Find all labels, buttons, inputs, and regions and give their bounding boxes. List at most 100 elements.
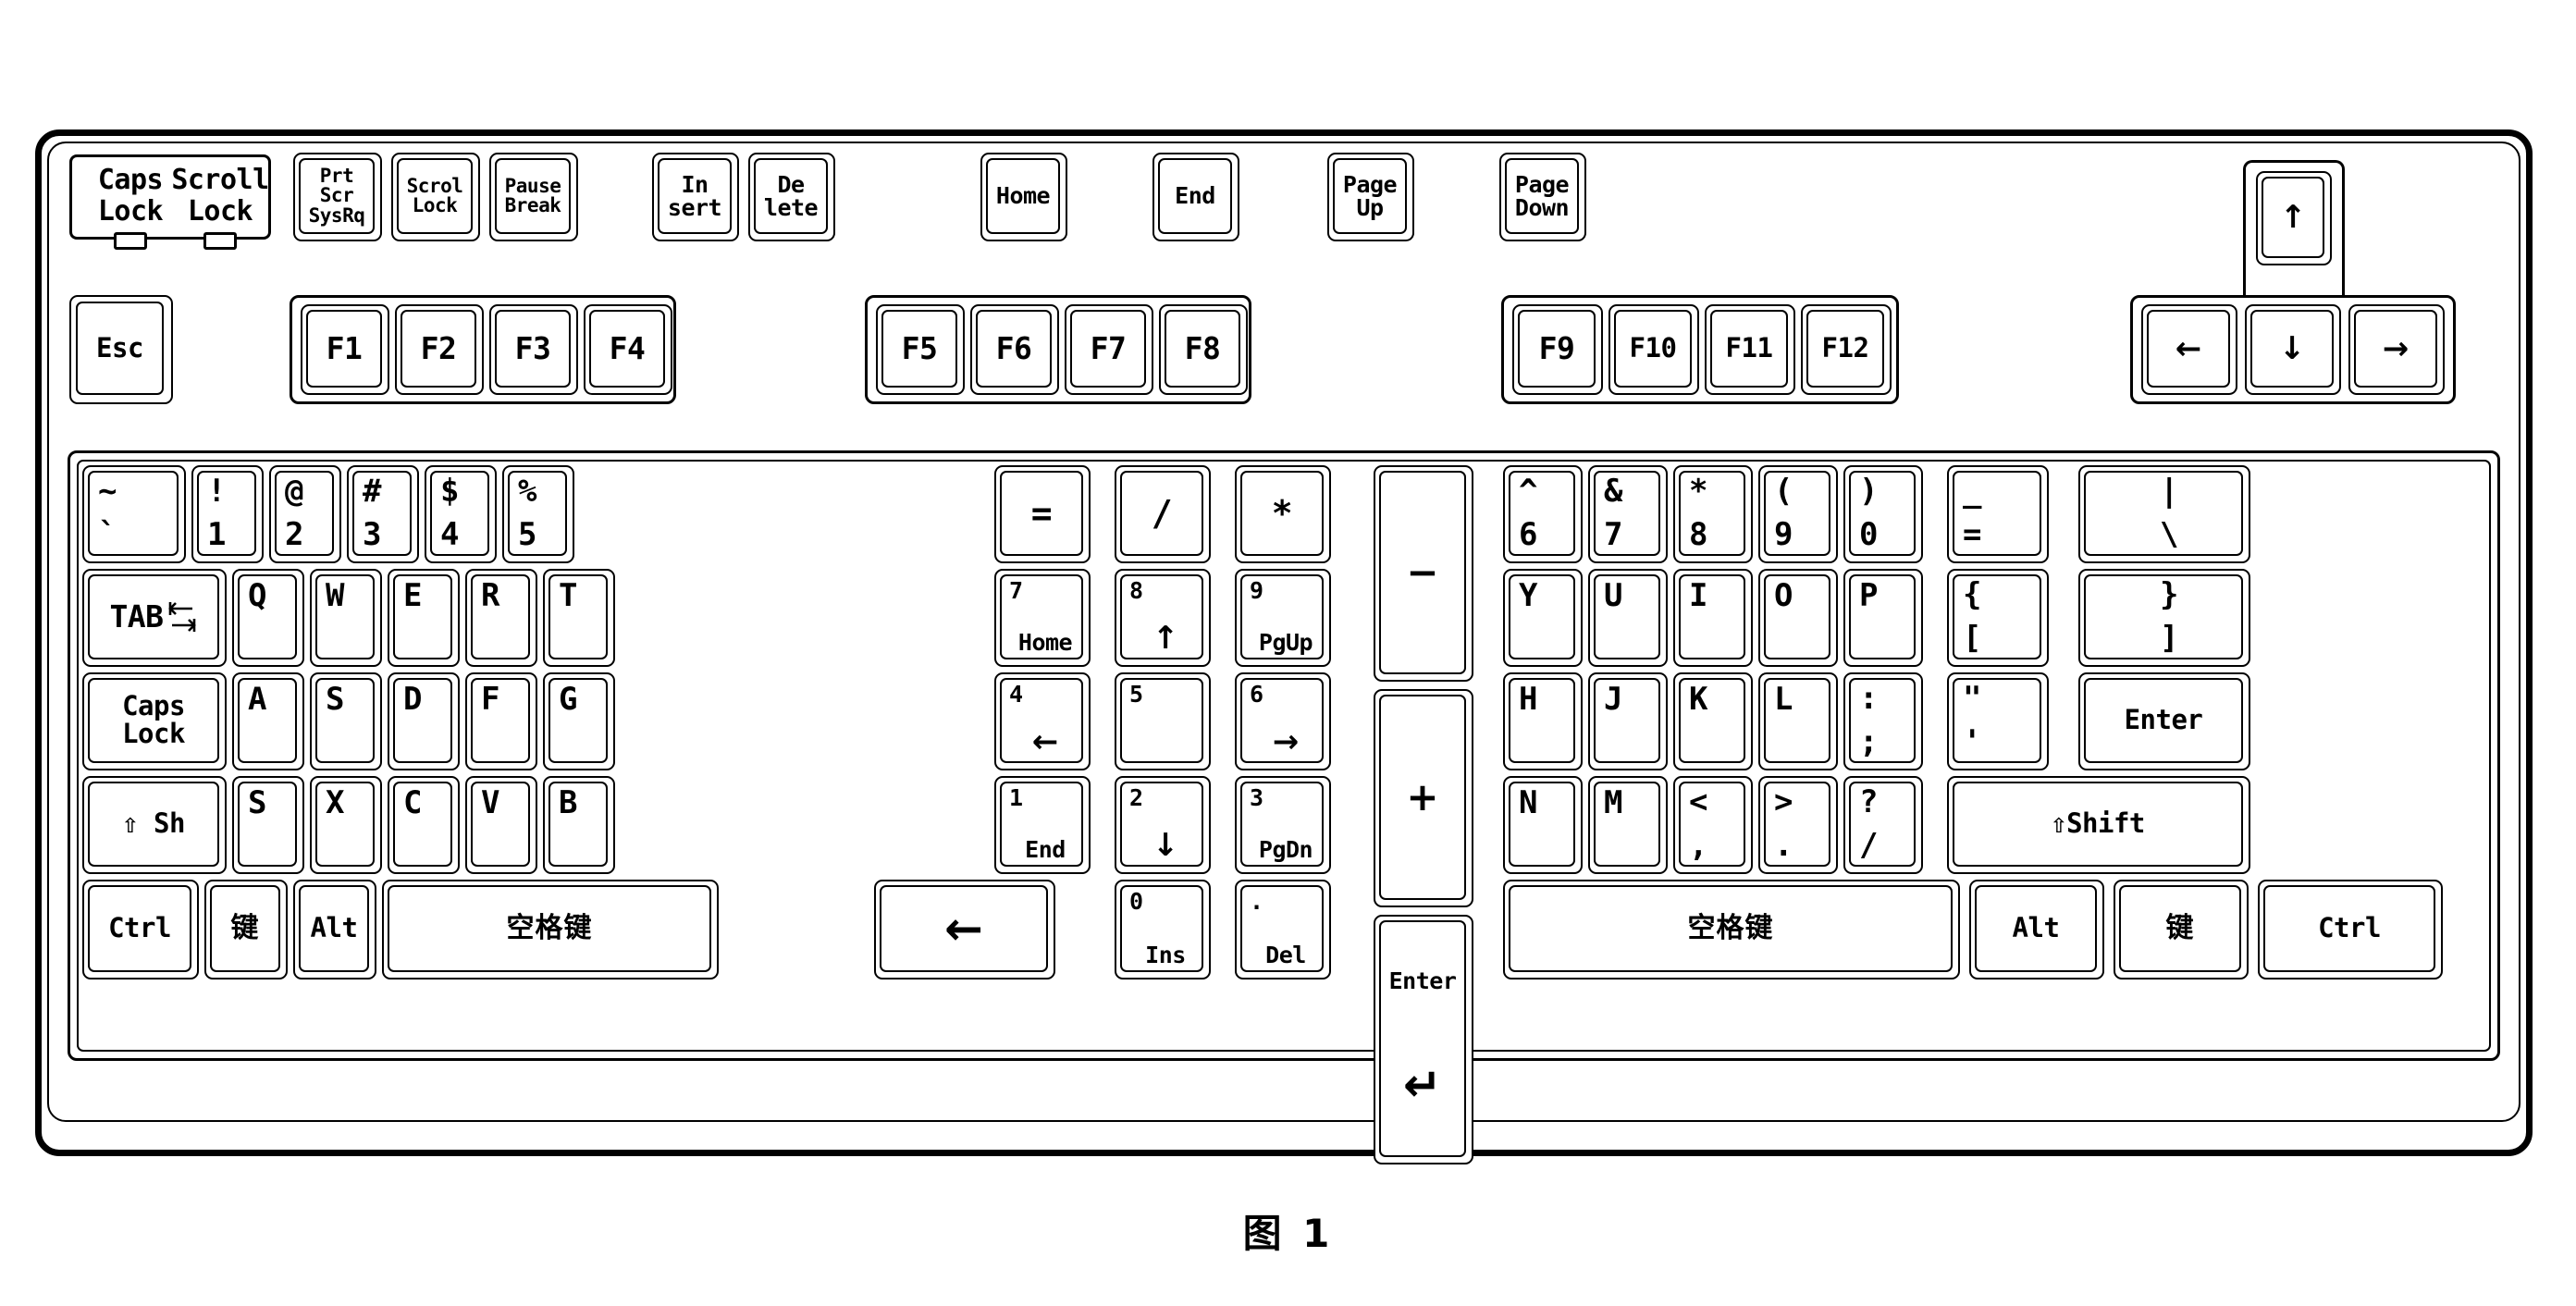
- key-numpad-4[interactable]: 4 ←: [994, 672, 1091, 770]
- key-win-right[interactable]: 键: [2114, 880, 2249, 980]
- key-u[interactable]: U: [1588, 569, 1668, 667]
- key-numpad-plus[interactable]: +: [1374, 689, 1473, 907]
- key-print-screen[interactable]: Prt Scr SysRq: [293, 153, 382, 241]
- key-h[interactable]: H: [1503, 672, 1583, 770]
- key-f11[interactable]: F11: [1705, 304, 1795, 395]
- key-esc[interactable]: Esc: [69, 295, 173, 404]
- key-e[interactable]: E: [388, 569, 460, 667]
- key-numpad-minus[interactable]: −: [1374, 465, 1473, 682]
- key-numpad-0[interactable]: 0 Ins: [1115, 880, 1211, 980]
- key-i[interactable]: I: [1673, 569, 1753, 667]
- key-b[interactable]: B: [543, 776, 615, 874]
- key-end[interactable]: End: [1152, 153, 1239, 241]
- key-r[interactable]: R: [465, 569, 537, 667]
- key-ctrl-left[interactable]: Ctrl: [82, 880, 199, 980]
- key-w[interactable]: W: [310, 569, 382, 667]
- key-f12[interactable]: F12: [1801, 304, 1892, 395]
- key-numpad-decimal[interactable]: . Del: [1235, 880, 1331, 980]
- key-v[interactable]: V: [465, 776, 537, 874]
- key-a[interactable]: A: [232, 672, 304, 770]
- key-numpad-3[interactable]: 3 PgDn: [1235, 776, 1331, 874]
- key-digit-6[interactable]: ^ 6: [1503, 465, 1583, 563]
- key-alt-right[interactable]: Alt: [1969, 880, 2104, 980]
- key-minus-equals[interactable]: _ =: [1947, 465, 2049, 563]
- key-f1[interactable]: F1: [301, 304, 389, 395]
- key-f9[interactable]: F9: [1512, 304, 1603, 395]
- key-p[interactable]: P: [1843, 569, 1923, 667]
- key-f8[interactable]: F8: [1159, 304, 1248, 395]
- key-caps-lock[interactable]: Caps Lock: [82, 672, 227, 770]
- key-digit-7[interactable]: & 7: [1588, 465, 1668, 563]
- key-g[interactable]: G: [543, 672, 615, 770]
- key-enter-main[interactable]: Enter: [2078, 672, 2250, 770]
- key-digit-2[interactable]: @ 2: [269, 465, 341, 563]
- key-digit-1[interactable]: ! 1: [191, 465, 264, 563]
- key-backquote[interactable]: ~ `: [82, 465, 186, 563]
- key-win-left[interactable]: 键: [204, 880, 288, 980]
- key-y[interactable]: Y: [1503, 569, 1583, 667]
- key-arrow-left[interactable]: ←: [2141, 304, 2237, 395]
- key-numpad-7[interactable]: 7 Home: [994, 569, 1091, 667]
- key-f6[interactable]: F6: [970, 304, 1059, 395]
- key-numpad-5[interactable]: 5: [1115, 672, 1211, 770]
- key-bracket-right[interactable]: } ]: [2078, 569, 2250, 667]
- key-arrow-down[interactable]: ↓: [2245, 304, 2341, 395]
- key-bracket-left[interactable]: { [: [1947, 569, 2049, 667]
- key-backspace[interactable]: ←: [874, 880, 1055, 980]
- key-page-down[interactable]: Page Down: [1499, 153, 1586, 241]
- key-scroll-lock[interactable]: Scrol Lock: [391, 153, 480, 241]
- key-l[interactable]: L: [1758, 672, 1838, 770]
- key-d[interactable]: D: [388, 672, 460, 770]
- key-j[interactable]: J: [1588, 672, 1668, 770]
- key-digit-8[interactable]: * 8: [1673, 465, 1753, 563]
- key-tab[interactable]: TAB: [82, 569, 227, 667]
- key-shift-left[interactable]: ⇧ Sh: [82, 776, 227, 874]
- key-home[interactable]: Home: [980, 153, 1067, 241]
- key-page-up[interactable]: Page Up: [1327, 153, 1414, 241]
- key-n[interactable]: N: [1503, 776, 1583, 874]
- key-digit-0[interactable]: ) 0: [1843, 465, 1923, 563]
- key-m[interactable]: M: [1588, 776, 1668, 874]
- key-insert[interactable]: In sert: [652, 153, 739, 241]
- key-digit-5[interactable]: % 5: [502, 465, 574, 563]
- key-comma[interactable]: < ,: [1673, 776, 1753, 874]
- key-shift-right[interactable]: ⇧Shift: [1947, 776, 2250, 874]
- key-semicolon[interactable]: : ;: [1843, 672, 1923, 770]
- key-q[interactable]: Q: [232, 569, 304, 667]
- key-delete[interactable]: De lete: [748, 153, 835, 241]
- key-numpad-1[interactable]: 1 End: [994, 776, 1091, 874]
- key-c[interactable]: C: [388, 776, 460, 874]
- key-f[interactable]: F: [465, 672, 537, 770]
- key-digit-3[interactable]: # 3: [347, 465, 419, 563]
- key-z[interactable]: S: [232, 776, 304, 874]
- key-numpad-2[interactable]: 2 ↓: [1115, 776, 1211, 874]
- key-arrow-up[interactable]: ↑: [2256, 171, 2332, 265]
- key-f10[interactable]: F10: [1608, 304, 1699, 395]
- key-space-left[interactable]: 空格键: [382, 880, 719, 980]
- key-numpad-divide[interactable]: /: [1115, 465, 1211, 563]
- key-pause-break[interactable]: Pause Break: [489, 153, 578, 241]
- key-quote[interactable]: " ': [1947, 672, 2049, 770]
- key-backslash[interactable]: | \: [2078, 465, 2250, 563]
- key-s[interactable]: S: [310, 672, 382, 770]
- key-numpad-8[interactable]: 8 ↑: [1115, 569, 1211, 667]
- key-numpad-9[interactable]: 9 PgUp: [1235, 569, 1331, 667]
- key-digit-4[interactable]: $ 4: [425, 465, 497, 563]
- key-arrow-right[interactable]: →: [2348, 304, 2445, 395]
- key-numpad-equals[interactable]: =: [994, 465, 1091, 563]
- key-k[interactable]: K: [1673, 672, 1753, 770]
- key-ctrl-right[interactable]: Ctrl: [2258, 880, 2443, 980]
- key-o[interactable]: O: [1758, 569, 1838, 667]
- key-f2[interactable]: F2: [395, 304, 484, 395]
- key-f4[interactable]: F4: [584, 304, 672, 395]
- key-numpad-enter[interactable]: Enter ↵: [1374, 915, 1473, 1164]
- key-f5[interactable]: F5: [876, 304, 965, 395]
- key-space-right[interactable]: 空格键: [1503, 880, 1960, 980]
- key-f3[interactable]: F3: [489, 304, 578, 395]
- key-numpad-multiply[interactable]: *: [1235, 465, 1331, 563]
- key-numpad-6[interactable]: 6 →: [1235, 672, 1331, 770]
- key-f7[interactable]: F7: [1065, 304, 1153, 395]
- key-period[interactable]: > .: [1758, 776, 1838, 874]
- key-x[interactable]: X: [310, 776, 382, 874]
- key-slash[interactable]: ? /: [1843, 776, 1923, 874]
